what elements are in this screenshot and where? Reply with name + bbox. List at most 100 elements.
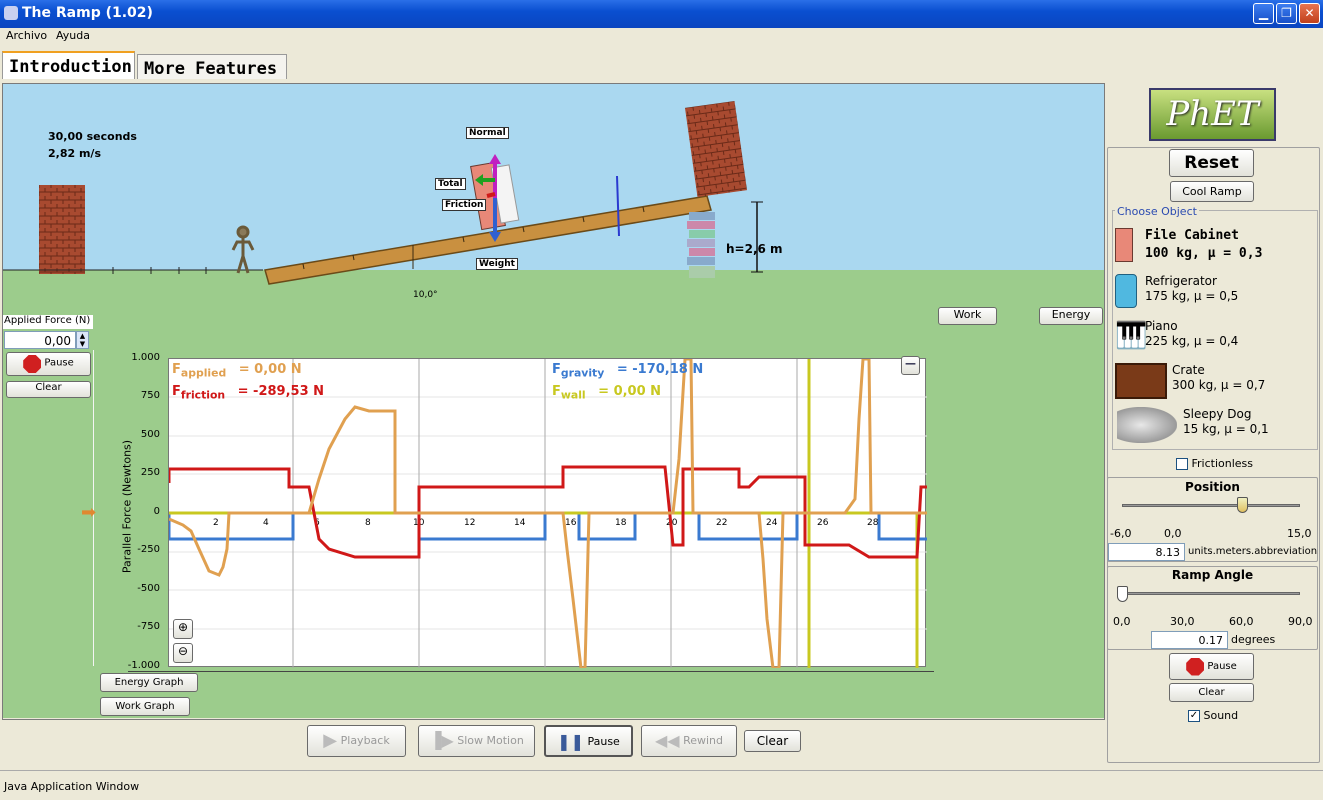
object-crate[interactable]: Crate 300 kg, μ = 0,7 xyxy=(1115,359,1315,401)
playback-label: Playback xyxy=(340,734,390,747)
stick-figure[interactable] xyxy=(231,225,255,274)
menu-ayuda[interactable]: Ayuda xyxy=(56,29,90,42)
java-icon xyxy=(4,6,18,20)
height-label: h=2,6 m xyxy=(726,242,783,256)
energy-graph-button[interactable]: Energy Graph xyxy=(100,673,198,692)
f-applied-readout: Fapplied = 0,00 N xyxy=(172,362,302,380)
f-wall-value: = 0,00 N xyxy=(598,384,662,399)
object-file-cabinet[interactable]: File Cabinet 100 kg, μ = 0,3 xyxy=(1115,224,1315,266)
work-graph-button[interactable]: Work Graph xyxy=(100,697,190,716)
choose-object-title: Choose Object xyxy=(1115,205,1199,218)
main-pause-button[interactable]: ❚❚ Pause xyxy=(544,725,633,757)
x-tick: 14 xyxy=(514,518,526,528)
playback-button[interactable]: ▶ Playback xyxy=(307,725,406,757)
position-unit: units.meters.abbreviation xyxy=(1188,546,1318,557)
y-tick-250: 250 xyxy=(140,467,160,478)
reset-button[interactable]: Reset xyxy=(1169,149,1254,177)
ramp-angle-slider-thumb[interactable] xyxy=(1117,586,1128,602)
y-tick-neg1000: -1.000 xyxy=(127,660,160,671)
angle-tick-0: 0,0 xyxy=(1113,615,1131,628)
x-tick: 24 xyxy=(766,518,778,528)
sound-checkbox[interactable]: ✓ Sound xyxy=(1188,709,1238,722)
f-applied-sym: F xyxy=(172,362,181,377)
rewind-label: Rewind xyxy=(683,734,724,747)
minimize-button[interactable]: ▁ xyxy=(1253,3,1274,24)
y-tick-neg250: -250 xyxy=(137,544,160,555)
rewind-button[interactable]: ◀◀ Rewind xyxy=(641,725,737,757)
object-name: Refrigerator xyxy=(1145,274,1217,288)
status-bar: Java Application Window xyxy=(0,770,1323,800)
applied-force-input[interactable]: 0,00 xyxy=(4,331,76,349)
frictionless-check-box[interactable] xyxy=(1176,458,1188,470)
applied-clear-button[interactable]: Clear xyxy=(6,381,91,398)
gravity-series xyxy=(167,511,927,541)
object-desc: 300 kg, μ = 0,7 xyxy=(1172,378,1266,392)
slow-motion-icon: ▐▶ xyxy=(429,731,454,750)
sound-check-box[interactable]: ✓ xyxy=(1188,710,1200,722)
object-refrigerator[interactable]: Refrigerator 175 kg, μ = 0,5 xyxy=(1115,270,1315,312)
force-arrow-icon[interactable]: ➡ xyxy=(81,504,96,522)
menu-archivo[interactable]: Archivo xyxy=(6,29,47,42)
graph-minimize-button[interactable]: — xyxy=(901,356,920,375)
x-tick: 26 xyxy=(817,518,829,528)
angle-tick-90: 90,0 xyxy=(1288,615,1313,628)
f-gravity-sub: gravity xyxy=(560,366,605,380)
frictionless-label: Frictionless xyxy=(1191,457,1254,470)
cool-ramp-button[interactable]: Cool Ramp xyxy=(1170,181,1254,202)
stop-icon xyxy=(23,355,42,373)
x-tick: 2 xyxy=(213,518,219,528)
slow-motion-label: Slow Motion xyxy=(457,734,524,747)
ramp-angle-slider[interactable] xyxy=(1122,592,1300,595)
position-min: -6,0 xyxy=(1110,527,1132,540)
f-wall-readout: Fwall = 0,00 N xyxy=(552,384,661,402)
panel-pause-button[interactable]: Pause xyxy=(1169,653,1254,680)
applied-pause-button[interactable]: Pause xyxy=(6,352,91,376)
tab-more-features[interactable]: More Features xyxy=(137,54,287,79)
right-wall xyxy=(684,100,748,198)
rewind-icon: ◀◀ xyxy=(654,731,680,750)
piano-icon: 🎹 xyxy=(1115,321,1148,351)
frictionless-checkbox[interactable]: Frictionless xyxy=(1176,457,1253,470)
force-graph-plot: 24 68 10 12 14 16 18 20 22 24 26 28 xyxy=(167,357,927,670)
tab-introduction[interactable]: Introduction xyxy=(2,51,135,79)
applied-force-spinner[interactable]: ▲ ▼ xyxy=(76,331,89,349)
panel-pause-label: Pause xyxy=(1207,661,1237,672)
ramp-scene xyxy=(3,100,763,285)
maximize-button[interactable]: ❐ xyxy=(1276,3,1297,24)
object-sleepy-dog[interactable]: Sleepy Dog 15 kg, μ = 0,1 xyxy=(1115,403,1315,445)
ramp-handle[interactable] xyxy=(616,175,620,237)
f-friction-sym: F xyxy=(172,384,181,399)
object-desc: 225 kg, μ = 0,4 xyxy=(1145,334,1239,348)
ramp-angle-input[interactable]: 0.17 xyxy=(1151,631,1228,649)
f-applied-sub: applied xyxy=(180,366,227,380)
work-button[interactable]: Work xyxy=(938,307,997,325)
f-friction-value: = -289,53 N xyxy=(237,384,325,399)
play-icon: ▶ xyxy=(323,730,338,751)
object-name: Piano xyxy=(1145,319,1178,333)
slow-motion-button[interactable]: ▐▶ Slow Motion xyxy=(418,725,535,757)
position-slider[interactable] xyxy=(1122,504,1300,507)
position-title: Position xyxy=(1185,480,1240,494)
force-graph[interactable]: 24 68 10 12 14 16 18 20 22 24 26 28 xyxy=(167,357,927,670)
object-desc: 15 kg, μ = 0,1 xyxy=(1183,422,1269,436)
main-clear-button[interactable]: Clear xyxy=(744,730,801,752)
x-tick: 16 xyxy=(565,518,577,528)
object-piano[interactable]: 🎹 Piano 225 kg, μ = 0,4 xyxy=(1115,315,1315,357)
zoom-out-icon[interactable]: ⊖ xyxy=(173,643,193,663)
position-input[interactable]: 8.13 xyxy=(1108,543,1185,561)
panel-clear-button[interactable]: Clear xyxy=(1169,683,1254,702)
f-gravity-value: = -170,18 N xyxy=(616,362,704,377)
zoom-in-icon[interactable]: ⊕ xyxy=(173,619,193,639)
f-wall-sub: wall xyxy=(560,388,586,402)
menu-bar: Archivo Ayuda xyxy=(0,28,1323,46)
phet-logo[interactable]: PhET xyxy=(1149,88,1276,141)
x-tick: 28 xyxy=(867,518,879,528)
energy-button[interactable]: Energy xyxy=(1039,307,1103,325)
x-tick: 12 xyxy=(464,518,475,528)
close-button[interactable]: ✕ xyxy=(1299,3,1320,24)
object-desc: 175 kg, μ = 0,5 xyxy=(1145,289,1239,303)
total-force-label: Total xyxy=(435,178,466,190)
position-slider-thumb[interactable] xyxy=(1237,497,1248,513)
angle-label: 10,0° xyxy=(413,290,438,300)
object-name: Sleepy Dog xyxy=(1183,407,1252,421)
